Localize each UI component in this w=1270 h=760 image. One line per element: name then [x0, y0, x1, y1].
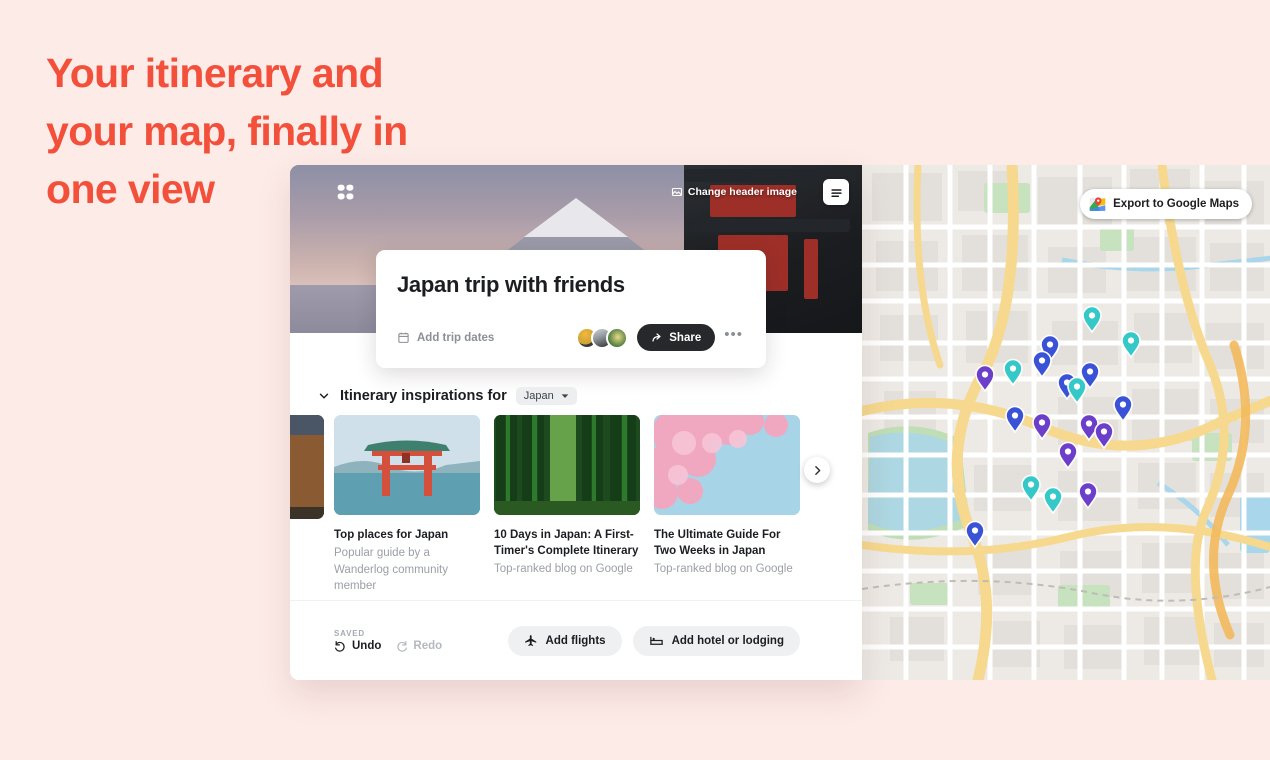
- undo-icon: [334, 640, 347, 653]
- inspiration-card-subtitle: Popular guide by a Wanderlog community m…: [334, 547, 448, 592]
- add-flights-label: Add flights: [545, 634, 606, 647]
- share-label: Share: [669, 331, 702, 344]
- chevron-right-icon: [811, 464, 824, 477]
- map-pin[interactable]: [1003, 358, 1023, 387]
- map-pin[interactable]: [1021, 474, 1041, 503]
- inspiration-thumbnail: [654, 415, 800, 515]
- share-button[interactable]: Share: [637, 324, 716, 351]
- map-pin[interactable]: [975, 364, 995, 393]
- redo-button[interactable]: Redo: [395, 640, 442, 653]
- history-controls: SAVED Undo Redo: [314, 629, 442, 653]
- add-hotel-button[interactable]: Add hotel or lodging: [632, 625, 800, 656]
- cherry-blossom-thumbnail: [654, 415, 800, 515]
- collaborator-avatars[interactable]: [576, 326, 629, 349]
- share-arrow-icon: [651, 332, 663, 344]
- inspiration-card-subtitle: Top-ranked blog on Google: [494, 563, 633, 575]
- map-pin[interactable]: [1113, 394, 1133, 423]
- trip-actions: Share •••: [576, 324, 745, 351]
- map-panel[interactable]: Export to Google Maps: [862, 165, 1270, 680]
- trip-meta-row: Add trip dates Share •••: [397, 324, 745, 351]
- fuji-snowcap: [524, 198, 628, 237]
- export-button-label: Export to Google Maps: [1113, 198, 1239, 210]
- change-header-image-button[interactable]: Change header image: [671, 186, 797, 198]
- inspiration-card[interactable]: The Ultimate Guide For Two Weeks in Japa…: [654, 415, 800, 595]
- hamburger-menu-button[interactable]: [823, 179, 849, 205]
- map-pin[interactable]: [1032, 350, 1052, 379]
- hamburger-icon: [829, 185, 844, 200]
- add-trip-dates-label: Add trip dates: [417, 331, 495, 344]
- inspirations-carousel[interactable]: Top places for Japan Popular guide by a …: [290, 415, 862, 595]
- map-pins-layer[interactable]: [862, 165, 1270, 680]
- redo-label: Redo: [413, 640, 443, 652]
- map-pin[interactable]: [1078, 481, 1098, 510]
- trip-title[interactable]: Japan trip with friends: [397, 272, 745, 298]
- undo-label: Undo: [352, 640, 382, 652]
- inspiration-card[interactable]: Top places for Japan Popular guide by a …: [334, 415, 480, 595]
- inspiration-card-title: Top places for Japan: [334, 529, 449, 541]
- bamboo-forest-thumbnail: [494, 415, 640, 515]
- inspiration-card-title: The Ultimate Guide For Two Weeks in Japa…: [654, 529, 781, 557]
- country-chip-label: Japan: [523, 390, 554, 402]
- avatar[interactable]: [606, 326, 629, 349]
- map-pin[interactable]: [1121, 330, 1141, 359]
- add-trip-dates-button[interactable]: Add trip dates: [397, 331, 494, 344]
- inspiration-card[interactable]: 10 Days in Japan: A First-Timer's Comple…: [494, 415, 640, 595]
- bottom-toolbar: SAVED Undo Redo Add flights Add hotel or…: [290, 600, 862, 680]
- chevron-down-icon[interactable]: [317, 389, 331, 403]
- add-hotel-label: Add hotel or lodging: [671, 634, 784, 647]
- more-options-button[interactable]: •••: [724, 327, 745, 346]
- map-pin[interactable]: [1067, 376, 1087, 405]
- undo-button[interactable]: Undo: [334, 640, 381, 653]
- trip-app-card: Change header image Japan trip with frie…: [290, 165, 862, 680]
- redo-icon: [395, 640, 408, 653]
- wanderlog-logo[interactable]: [335, 182, 356, 203]
- google-maps-icon: [1089, 196, 1106, 213]
- map-pin[interactable]: [1082, 305, 1102, 334]
- map-pin[interactable]: [965, 520, 985, 549]
- export-to-google-maps-button[interactable]: Export to Google Maps: [1080, 189, 1252, 219]
- change-header-image-label: Change header image: [687, 186, 797, 198]
- bed-icon: [649, 633, 664, 648]
- airplane-icon: [524, 634, 538, 648]
- page-root: Your itinerary and your map, finally in …: [0, 0, 1270, 760]
- caret-down-icon: [561, 392, 569, 400]
- inspiration-thumbnail: [494, 415, 640, 515]
- inspiration-thumbnail: [334, 415, 480, 515]
- inspirations-title: Itinerary inspirations for: [340, 388, 507, 404]
- country-dropdown[interactable]: Japan: [515, 387, 577, 405]
- saved-status-label: SAVED: [334, 628, 365, 638]
- calendar-icon: [397, 331, 410, 344]
- map-pin[interactable]: [1005, 405, 1025, 434]
- torii-gate-thumbnail: [334, 415, 480, 515]
- map-pin[interactable]: [1058, 441, 1078, 470]
- bottom-action-buttons: Add flights Add hotel or lodging: [507, 625, 838, 656]
- inspirations-section-header: Itinerary inspirations for Japan: [290, 387, 862, 405]
- map-pin[interactable]: [1032, 412, 1052, 441]
- undo-redo-group: Undo Redo: [334, 640, 442, 653]
- carousel-next-button[interactable]: [804, 457, 830, 483]
- add-flights-button[interactable]: Add flights: [507, 625, 622, 656]
- map-pin[interactable]: [1043, 486, 1063, 515]
- map-pin[interactable]: [1094, 421, 1114, 450]
- image-icon: [671, 186, 683, 198]
- inspiration-card-title: 10 Days in Japan: A First-Timer's Comple…: [494, 529, 639, 557]
- trip-title-card: Japan trip with friends Add trip dates S…: [376, 250, 766, 368]
- inspiration-card-subtitle: Top-ranked blog on Google: [654, 563, 793, 575]
